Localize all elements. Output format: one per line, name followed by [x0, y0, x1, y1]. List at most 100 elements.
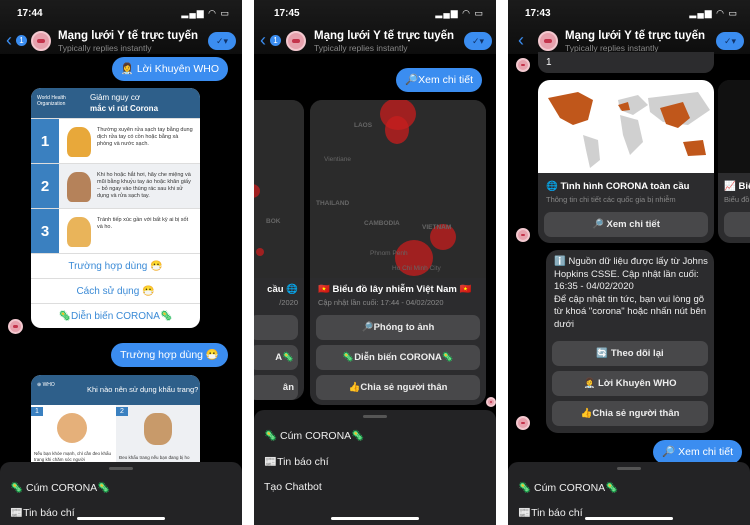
- vietnam-map-image: LAOS Vientiane THAILAND CAMBODIA VIETNAM…: [310, 100, 486, 278]
- bot-avatar: [538, 31, 558, 51]
- carousel-card-partial: BOK cầu 🌐 /2020 A🦠 ân: [254, 100, 304, 400]
- map-image: BOK: [254, 100, 304, 278]
- illustration: [144, 413, 172, 445]
- phone-screen-3: 17:43 ▂▄▆ ◠ ▭ ‹ Mạng lưới Y tế trực tuyế…: [508, 0, 750, 525]
- back-button[interactable]: ‹: [260, 30, 266, 51]
- card-title: 🇻🇳 Biểu đồ lây nhiễm Việt Nam 🇻🇳: [318, 284, 472, 295]
- menu-item[interactable]: Tạo Chatbot: [264, 481, 322, 493]
- card-button[interactable]: ân: [254, 375, 298, 400]
- sheet-handle[interactable]: [363, 415, 387, 418]
- advice-step: 2 Khi ho hoặc hắt hơi, hãy che miệng và m…: [31, 163, 200, 208]
- menu-item[interactable]: 📰Tin báo chí: [264, 455, 329, 468]
- quick-reply-button[interactable]: Cách sử dụng 😷: [31, 278, 200, 303]
- illustration: [57, 413, 87, 443]
- who-card-title: Giảm nguy cơ: [90, 93, 141, 102]
- map-label: VIETNAM: [422, 224, 452, 231]
- step-text: Thường xuyên rửa sạch tay bằng dung dịch…: [97, 127, 193, 147]
- view-details-button[interactable]: 🔎 Xem chi tiết: [544, 212, 708, 237]
- card-subtitle: /2020: [279, 298, 298, 307]
- menu-item[interactable]: 🦠 Cúm CORONA🦠: [264, 429, 364, 442]
- menu-item[interactable]: 🦠 Cúm CORONA🦠: [10, 481, 110, 494]
- who-logo: ⊕ WHO: [37, 382, 55, 388]
- who-advice-button[interactable]: 👩‍⚕️ Lời Khuyên WHO: [552, 371, 708, 396]
- bot-avatar: [516, 228, 530, 242]
- status-icons: ▂▄▆ ◠ ▭: [181, 8, 230, 18]
- step-number: 2: [31, 164, 59, 208]
- quick-reply-button[interactable]: 🦠Diễn biến CORONA🦠: [31, 303, 200, 328]
- user-message: 👩‍⚕️ Lời Khuyên WHO: [111, 57, 228, 81]
- illustration: [67, 172, 91, 202]
- carousel-card: LAOS Vientiane THAILAND CAMBODIA VIETNAM…: [310, 100, 486, 405]
- mask-card-title: Khi nào nên sử dụng khẩu trang?: [87, 385, 199, 394]
- phone-screen-1: 17:44 ▂▄▆ ◠ ▭ ‹ 1 Mạng lưới Y tế trực tu…: [0, 0, 242, 525]
- case-marker: [256, 248, 264, 256]
- card-title: 🌐 Tình hình CORONA toàn cầu: [546, 181, 690, 192]
- carousel-card-partial: 📈 Biể Biểu đồ: [718, 80, 750, 243]
- card-button[interactable]: A🦠: [254, 345, 298, 370]
- step-number: 1: [31, 119, 59, 163]
- share-button[interactable]: 👍Chia sẻ người thân: [316, 375, 480, 400]
- bot-avatar: [486, 397, 496, 407]
- who-card-title-2: mắc vi rút Corona: [90, 104, 159, 113]
- illustration: [67, 217, 91, 247]
- world-map-image: [538, 80, 714, 173]
- menu-item[interactable]: 🦠 Cúm CORONA🦠: [518, 481, 618, 494]
- done-button[interactable]: ✓▾: [464, 32, 492, 50]
- back-button[interactable]: ‹: [6, 30, 12, 51]
- home-indicator: [331, 517, 419, 520]
- card-subtitle: Thông tin chi tiết các quốc gia bị nhiễm: [546, 195, 676, 204]
- menu-item[interactable]: 📰Tin báo chí: [518, 506, 583, 519]
- advice-step: 3 Tránh tiếp xúc gần với bất kỳ ai bị sốt…: [31, 208, 200, 253]
- user-message: 🔎Xem chi tiết: [396, 68, 482, 92]
- sheet-handle[interactable]: [617, 467, 641, 470]
- quick-reply-button[interactable]: Trường hợp dùng 😷: [31, 253, 200, 278]
- status-icons: ▂▄▆ ◠ ▭: [435, 8, 484, 18]
- user-message: Trường hợp dùng 😷: [111, 343, 228, 367]
- sheet-handle[interactable]: [109, 467, 133, 470]
- map-label: Ho Chi Minh City: [392, 265, 441, 272]
- chat-title: Mạng lưới Y tế trực tuyến: [565, 30, 706, 42]
- step-number: 3: [31, 209, 59, 253]
- phone-screen-2: 17:45 ▂▄▆ ◠ ▭ ‹ 1 Mạng lưới Y tế trực tu…: [254, 0, 496, 525]
- done-button[interactable]: ✓▾: [208, 32, 236, 50]
- mask-card-header: ⊕ WHO Khi nào nên sử dụng khẩu trang?: [31, 375, 200, 405]
- step-text: Tránh tiếp xúc gần với bất kỳ ai bị sốt …: [97, 217, 189, 230]
- follow-again-button[interactable]: 🔄 Theo dõi lại: [552, 341, 708, 366]
- info-message: ℹ️ Nguồn dữ liệu được lấy từ Johns Hopki…: [546, 250, 714, 433]
- illustration: [67, 127, 91, 157]
- chat-title: Mạng lưới Y tế trực tuyến: [314, 30, 455, 42]
- chat-title: Mạng lưới Y tế trực tuyến: [58, 30, 199, 42]
- card-button[interactable]: [254, 315, 298, 340]
- card-button[interactable]: [724, 212, 750, 237]
- persistent-menu: 🦠 Cúm CORONA🦠 📰Tin báo chí: [508, 462, 750, 525]
- map-label: LAOS: [354, 122, 373, 129]
- share-button[interactable]: 👍Chia sẻ người thân: [552, 401, 708, 426]
- bot-avatar: [516, 416, 530, 430]
- card-title: cầu 🌐: [267, 284, 298, 295]
- who-advice-card: World Health Organization Giảm nguy cơ m…: [31, 88, 200, 328]
- corona-progress-button[interactable]: 🦠Diễn biến CORONA🦠: [316, 345, 480, 370]
- bot-avatar: [516, 58, 530, 72]
- panel-number: 1: [31, 407, 43, 416]
- case-marker: [385, 116, 409, 144]
- persistent-menu: 🦠 Cúm CORONA🦠 📰Tin báo chí Tạo Chatbot: [254, 410, 496, 525]
- zoom-image-button[interactable]: 🔎Phóng to ảnh: [316, 315, 480, 340]
- home-indicator: [77, 517, 165, 520]
- bot-message-partial: 1: [538, 52, 714, 73]
- info-text: ℹ️ Nguồn dữ liệu được lấy từ Johns Hopki…: [554, 256, 708, 330]
- menu-item[interactable]: 📰Tin báo chí: [10, 506, 75, 519]
- who-logo: World Health Organization: [37, 95, 66, 107]
- home-indicator: [585, 517, 673, 520]
- map-label: CAMBODIA: [364, 220, 400, 227]
- panel-text: Đeo khẩu trang nếu bạn đang bị ho: [119, 455, 190, 460]
- bot-avatar: [31, 31, 51, 51]
- chat-subtitle: Typically replies instantly: [58, 43, 152, 53]
- status-time: 17:45: [274, 8, 300, 19]
- card-title: 📈 Biể: [724, 181, 750, 192]
- back-button[interactable]: ‹: [518, 30, 524, 51]
- map-label: THAILAND: [316, 200, 350, 207]
- mask-card: ⊕ WHO Khi nào nên sử dụng khẩu trang? 1 …: [31, 375, 200, 475]
- card-subtitle: Biểu đồ: [724, 195, 750, 204]
- unread-badge: 1: [16, 35, 27, 46]
- done-button[interactable]: ✓▾: [716, 32, 744, 50]
